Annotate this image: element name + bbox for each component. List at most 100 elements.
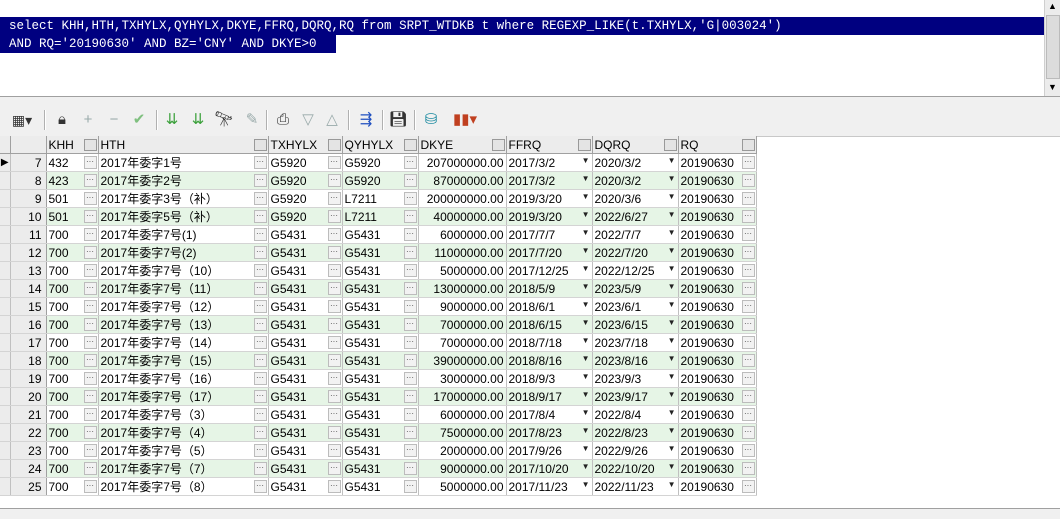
ellipsis-icon[interactable]: ···: [83, 354, 97, 367]
ellipsis-icon[interactable]: ···: [327, 174, 341, 187]
cell-dqrq[interactable]: 2022/6/27 ▼: [592, 207, 679, 226]
row-number[interactable]: 17: [10, 333, 47, 352]
cell-hth[interactable]: 2017年委字3号（补） ···: [98, 189, 269, 208]
cell-dqrq[interactable]: 2023/6/1 ▼: [592, 297, 679, 316]
ellipsis-icon[interactable]: ···: [403, 264, 417, 277]
cell-hth[interactable]: 2017年委字1号 ···: [98, 153, 269, 172]
ellipsis-icon[interactable]: ···: [327, 282, 341, 295]
cell-dqrq[interactable]: 2023/9/3 ▼: [592, 369, 679, 388]
header-rq[interactable]: RQ: [678, 136, 757, 154]
sql-line-1[interactable]: select KHH,HTH,TXHYLX,QYHYLX,DKYE,FFRQ,D…: [0, 17, 1045, 35]
cell-txhylx[interactable]: G5431 ···: [268, 261, 343, 280]
ellipsis-icon[interactable]: ···: [403, 372, 417, 385]
cell-ffrq[interactable]: 2017/3/2 ▼: [506, 153, 593, 172]
arrow-down-icon[interactable]: ▽: [298, 109, 318, 131]
cell-ffrq[interactable]: 2017/7/20 ▼: [506, 243, 593, 262]
dropdown-icon[interactable]: ▼: [582, 228, 590, 237]
plus-icon[interactable]: +: [78, 109, 98, 131]
table-row[interactable]: ▶ 7 432 ··· 2017年委字1号 ··· G5920 ··· G5920 ··· 2070…: [0, 153, 757, 172]
cell-txhylx[interactable]: G5431 ···: [268, 225, 343, 244]
cell-qyhylx[interactable]: G5431 ···: [342, 477, 419, 496]
cell-dqrq[interactable]: 2020/3/2 ▼: [592, 153, 679, 172]
cell-qyhylx[interactable]: G5431 ···: [342, 333, 419, 352]
cell-khh[interactable]: 700 ···: [46, 351, 99, 370]
cell-ffrq[interactable]: 2017/9/26 ▼: [506, 441, 593, 460]
ellipsis-icon[interactable]: ···: [83, 174, 97, 187]
dropdown-icon[interactable]: ▼: [668, 228, 676, 237]
cell-hth[interactable]: 2017年委字2号 ···: [98, 171, 269, 190]
row-number[interactable]: 12: [10, 243, 47, 262]
dropdown-icon[interactable]: ▼: [582, 480, 590, 489]
dropdown-icon[interactable]: ▼: [582, 264, 590, 273]
dropdown-icon[interactable]: ▼: [668, 372, 676, 381]
row-number[interactable]: 10: [10, 207, 47, 226]
cell-dqrq[interactable]: 2022/9/26 ▼: [592, 441, 679, 460]
row-pointer[interactable]: [0, 189, 11, 208]
cell-txhylx[interactable]: G5431 ···: [268, 333, 343, 352]
table-row[interactable]: 21 700 ··· 2017年委字7号（3） ··· G5431 ··· G5431 ··· 6…: [0, 405, 757, 424]
ellipsis-icon[interactable]: ···: [83, 192, 97, 205]
row-number[interactable]: 13: [10, 261, 47, 280]
cell-ffrq[interactable]: 2017/3/2 ▼: [506, 171, 593, 190]
header-hth[interactable]: HTH: [98, 136, 269, 154]
ellipsis-icon[interactable]: ···: [83, 228, 97, 241]
connect-icon[interactable]: ⇶: [354, 109, 378, 131]
ellipsis-icon[interactable]: ···: [741, 174, 755, 187]
ellipsis-icon[interactable]: ···: [253, 282, 267, 295]
ellipsis-icon[interactable]: ···: [403, 480, 417, 493]
cell-qyhylx[interactable]: G5431 ···: [342, 261, 419, 280]
header-txhylx[interactable]: TXHYLX: [268, 136, 343, 154]
ellipsis-icon[interactable]: ···: [403, 156, 417, 169]
cell-dkye[interactable]: 6000000.00: [418, 225, 507, 244]
cell-dqrq[interactable]: 2022/10/20 ▼: [592, 459, 679, 478]
cell-rq[interactable]: 20190630 ···: [678, 369, 757, 388]
ellipsis-icon[interactable]: ···: [741, 354, 755, 367]
cell-dkye[interactable]: 39000000.00: [418, 351, 507, 370]
table-row[interactable]: 20 700 ··· 2017年委字7号（17） ··· G5431 ··· G5431 ···…: [0, 387, 757, 406]
row-number[interactable]: 22: [10, 423, 47, 442]
cell-ffrq[interactable]: 2019/3/20 ▼: [506, 189, 593, 208]
cell-ffrq[interactable]: 2017/7/7 ▼: [506, 225, 593, 244]
dropdown-icon[interactable]: ▼: [668, 426, 676, 435]
ellipsis-icon[interactable]: ···: [741, 336, 755, 349]
row-pointer[interactable]: [0, 441, 11, 460]
ellipsis-icon[interactable]: ···: [741, 390, 755, 403]
cell-qyhylx[interactable]: G5431 ···: [342, 423, 419, 442]
ellipsis-icon[interactable]: ···: [253, 372, 267, 385]
row-pointer[interactable]: [0, 423, 11, 442]
cell-ffrq[interactable]: 2017/8/23 ▼: [506, 423, 593, 442]
table-row[interactable]: 25 700 ··· 2017年委字7号（8） ··· G5431 ··· G5431 ··· 5…: [0, 477, 757, 496]
dropdown-icon[interactable]: ▼: [668, 300, 676, 309]
cell-qyhylx[interactable]: G5920 ···: [342, 171, 419, 190]
dropdown-icon[interactable]: ▼: [582, 192, 590, 201]
cell-dkye[interactable]: 200000000.00: [418, 189, 507, 208]
cell-txhylx[interactable]: G5431 ···: [268, 405, 343, 424]
cell-dkye[interactable]: 5000000.00: [418, 261, 507, 280]
filter-down-icon[interactable]: ⇊: [162, 109, 182, 131]
row-number[interactable]: 7: [10, 153, 47, 172]
cell-dqrq[interactable]: 2023/6/15 ▼: [592, 315, 679, 334]
cell-dqrq[interactable]: 2020/3/2 ▼: [592, 171, 679, 190]
cell-hth[interactable]: 2017年委字7号(1) ···: [98, 225, 269, 244]
dropdown-icon[interactable]: ▼: [582, 246, 590, 255]
ellipsis-icon[interactable]: ···: [403, 228, 417, 241]
ellipsis-icon[interactable]: ···: [403, 246, 417, 259]
row-pointer[interactable]: [0, 279, 11, 298]
dropdown-icon[interactable]: ▼: [582, 390, 590, 399]
table-row[interactable]: 17 700 ··· 2017年委字7号（14） ··· G5431 ··· G5431 ···…: [0, 333, 757, 352]
dropdown-icon[interactable]: ▼: [668, 264, 676, 273]
ellipsis-icon[interactable]: ···: [83, 336, 97, 349]
lock-icon[interactable]: 🔒︎: [52, 109, 72, 131]
cell-dqrq[interactable]: 2022/12/25 ▼: [592, 261, 679, 280]
cell-rq[interactable]: 20190630 ···: [678, 189, 757, 208]
ellipsis-icon[interactable]: ···: [83, 462, 97, 475]
dropdown-icon[interactable]: ▼: [668, 282, 676, 291]
ellipsis-icon[interactable]: ···: [253, 408, 267, 421]
cell-dkye[interactable]: 9000000.00: [418, 459, 507, 478]
cell-hth[interactable]: 2017年委字7号（7） ···: [98, 459, 269, 478]
cell-khh[interactable]: 700 ···: [46, 225, 99, 244]
row-pointer[interactable]: [0, 405, 11, 424]
cell-dqrq[interactable]: 2022/8/23 ▼: [592, 423, 679, 442]
cell-txhylx[interactable]: G5920 ···: [268, 171, 343, 190]
cell-qyhylx[interactable]: G5431 ···: [342, 297, 419, 316]
